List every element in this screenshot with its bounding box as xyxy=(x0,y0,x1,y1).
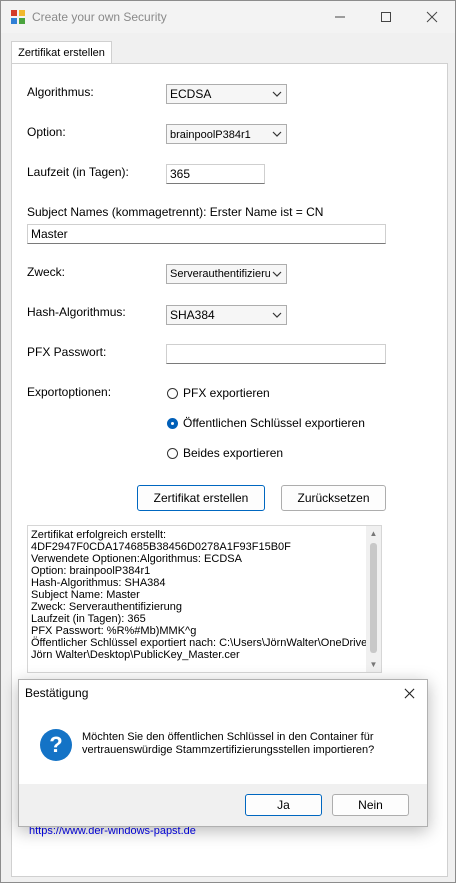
output-line: Jörn Walter\Desktop\PublicKey_Master.cer xyxy=(31,649,240,661)
close-button[interactable] xyxy=(409,1,455,33)
yes-button[interactable]: Ja xyxy=(245,794,322,816)
title-bar[interactable]: Create your own Security xyxy=(1,1,455,33)
radio-public-key-export-label: Öffentlichen Schlüssel exportieren xyxy=(183,416,365,430)
hash-label: Hash-Algorithmus: xyxy=(27,305,126,319)
algorithm-select[interactable]: ECDSA xyxy=(166,84,287,104)
chevron-down-icon xyxy=(272,91,282,97)
main-window: Create your own Security Zertifikat erst… xyxy=(0,0,456,883)
radio-dot xyxy=(167,447,178,459)
maximize-button[interactable] xyxy=(363,1,409,33)
subject-names-input[interactable]: Master xyxy=(27,224,386,244)
validity-input[interactable]: 365 xyxy=(166,164,265,184)
chevron-down-icon xyxy=(272,312,282,318)
dialog-title: Bestätigung xyxy=(25,686,89,700)
purpose-value: Serverauthentifizierung xyxy=(170,268,270,280)
output-line: Option: brainpoolP384r1 xyxy=(31,565,151,577)
app-icon xyxy=(11,10,25,24)
subject-names-label: Subject Names (kommagetrennt): Erster Na… xyxy=(27,205,324,219)
hash-value: SHA384 xyxy=(170,308,215,322)
output-line: PFX Passwort: %R%#Mb)MMK^g xyxy=(31,625,197,637)
output-line: Verwendete Optionen:Algorithmus: ECDSA xyxy=(31,553,242,565)
radio-public-key-export[interactable]: Öffentlichen Schlüssel exportieren xyxy=(167,416,365,430)
dialog-footer: Ja Nein xyxy=(19,784,427,826)
dialog-message-line: Möchten Sie den öffentlichen Schlüssel i… xyxy=(82,731,374,743)
purpose-select[interactable]: Serverauthentifizierung xyxy=(166,264,287,284)
scrollbar-thumb[interactable] xyxy=(370,543,377,653)
output-line: Hash-Algorithmus: SHA384 xyxy=(31,577,166,589)
output-textbox[interactable]: Zertifikat erfolgreich erstellt: 4DF2947… xyxy=(27,525,382,673)
output-line: Subject Name: Master xyxy=(31,589,140,601)
close-icon xyxy=(404,688,414,698)
algorithm-label: Algorithmus: xyxy=(27,85,94,99)
create-certificate-button[interactable]: Zertifikat erstellen xyxy=(137,485,265,511)
reset-button[interactable]: Zurücksetzen xyxy=(281,485,386,511)
export-options-label: Exportoptionen: xyxy=(27,385,112,399)
radio-both-export-label: Beides exportieren xyxy=(183,446,284,460)
question-icon: ? xyxy=(40,729,72,761)
minimize-button[interactable] xyxy=(317,1,363,33)
scroll-down-icon[interactable]: ▼ xyxy=(366,657,381,672)
output-line: Zertifikat erfolgreich erstellt: xyxy=(31,529,167,541)
radio-dot-selected xyxy=(167,417,178,429)
hash-select[interactable]: SHA384 xyxy=(166,305,287,325)
purpose-label: Zweck: xyxy=(27,265,66,279)
close-icon xyxy=(426,11,438,23)
dialog-message-line: vertrauenswürdige Stammzertifizierungsst… xyxy=(82,744,375,756)
output-line: Laufzeit (in Tagen): 365 xyxy=(31,613,146,625)
chevron-down-icon xyxy=(272,131,282,137)
output-scrollbar[interactable]: ▲ ▼ xyxy=(366,526,381,672)
algorithm-value: ECDSA xyxy=(170,87,212,101)
validity-label: Laufzeit (in Tagen): xyxy=(27,165,129,179)
minimize-icon xyxy=(335,16,345,18)
dialog-message: Möchten Sie den öffentlichen Schlüssel i… xyxy=(82,731,412,757)
output-line: 4DF2947F0CDA174685B38456D0278A1F93F15B0F xyxy=(31,541,291,553)
tab-zertifikat-erstellen[interactable]: Zertifikat erstellen xyxy=(11,41,112,64)
output-line: Öffentlicher Schlüssel exportiert nach: … xyxy=(31,637,374,649)
output-lines: Zertifikat erfolgreich erstellt: 4DF2947… xyxy=(31,529,374,661)
option-label: Option: xyxy=(27,125,66,139)
radio-pfx-export[interactable]: PFX exportieren xyxy=(167,386,270,400)
maximize-icon xyxy=(381,12,391,22)
confirmation-dialog: Bestätigung ? Möchten Sie den öffentlich… xyxy=(18,679,428,827)
scroll-up-icon[interactable]: ▲ xyxy=(366,526,381,541)
window-title: Create your own Security xyxy=(32,10,167,24)
radio-dot xyxy=(167,387,178,399)
radio-both-export[interactable]: Beides exportieren xyxy=(167,446,283,460)
radio-pfx-export-label: PFX exportieren xyxy=(183,386,270,400)
dialog-close-button[interactable] xyxy=(391,680,427,706)
no-button[interactable]: Nein xyxy=(332,794,409,816)
option-value: brainpoolP384r1 xyxy=(170,129,251,141)
output-line: Zweck: Serverauthentifizierung xyxy=(31,601,183,613)
chevron-down-icon xyxy=(272,271,282,277)
pfx-password-input[interactable] xyxy=(166,344,386,364)
pfx-password-label: PFX Passwort: xyxy=(27,345,107,359)
option-select[interactable]: brainpoolP384r1 xyxy=(166,124,287,144)
